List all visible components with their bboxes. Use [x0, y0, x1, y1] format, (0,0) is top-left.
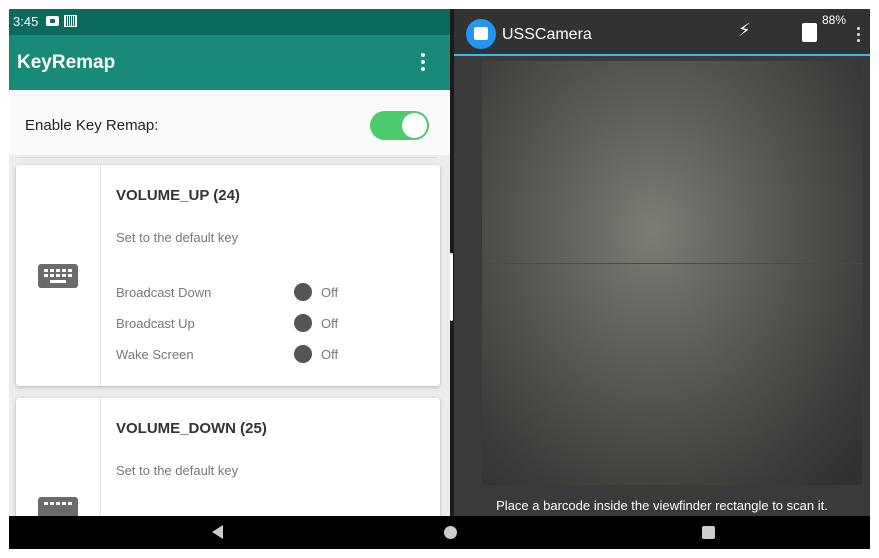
divider: [17, 157, 437, 158]
option-label: Broadcast Down: [116, 285, 212, 300]
enable-remap-label: Enable Key Remap:: [25, 117, 159, 134]
keyremap-window: 3:45 KeyRemap Enable Key Remap: VOLUME_U…: [9, 9, 450, 516]
camera-viewfinder[interactable]: [482, 61, 862, 485]
key-card-volume-down[interactable]: VOLUME_DOWN (25) Set to the default key: [16, 398, 440, 516]
scan-line: [482, 263, 862, 264]
switch-knob: [402, 113, 427, 138]
flash-off-icon[interactable]: ⚡︎: [738, 20, 751, 41]
broadcast-up-toggle[interactable]: [294, 314, 312, 332]
keyboard-icon: [38, 497, 78, 516]
barcode-notification-icon: [64, 15, 77, 27]
status-bar: 3:45: [9, 9, 450, 35]
usscamera-app-icon: [466, 19, 496, 49]
scan-hint: Place a barcode inside the viewfinder re…: [496, 498, 828, 513]
app-title: KeyRemap: [17, 52, 116, 73]
back-icon[interactable]: [212, 525, 223, 539]
home-icon[interactable]: [444, 526, 457, 539]
navigation-bar: [9, 516, 870, 549]
battery-level: 88%: [822, 13, 847, 27]
option-value: Off: [321, 347, 339, 362]
keyboard-icon: [38, 264, 78, 288]
key-description: Set to the default key: [116, 230, 239, 245]
status-time: 3:45: [13, 14, 39, 29]
option-label: Broadcast Up: [116, 316, 195, 331]
clipboard-icon[interactable]: [802, 23, 817, 42]
usscamera-window: USSCamera ⚡︎ 88% Place a barcode inside …: [454, 9, 870, 516]
camera-overflow-icon[interactable]: [857, 27, 861, 45]
card-divider: [100, 398, 101, 516]
camera-app-name: USSCamera: [502, 26, 592, 43]
overflow-menu-icon[interactable]: [417, 51, 429, 75]
camera-notification-icon: [46, 16, 59, 26]
device-screen: 3:45 KeyRemap Enable Key Remap: VOLUME_U…: [9, 9, 870, 549]
broadcast-down-toggle[interactable]: [294, 283, 312, 301]
camera-app-bar: USSCamera ⚡︎ 88%: [454, 9, 870, 56]
key-name: VOLUME_UP (24): [116, 187, 240, 204]
app-bar: KeyRemap: [9, 35, 450, 90]
divider-handle[interactable]: [450, 253, 453, 321]
key-name: VOLUME_DOWN (25): [116, 420, 267, 437]
enable-remap-row: Enable Key Remap:: [9, 90, 450, 155]
option-value: Off: [321, 316, 339, 331]
key-card-volume-up[interactable]: VOLUME_UP (24) Set to the default key Br…: [16, 165, 440, 386]
option-value: Off: [321, 285, 339, 300]
recents-icon[interactable]: [702, 526, 715, 539]
wake-screen-toggle[interactable]: [294, 345, 312, 363]
option-label: Wake Screen: [116, 347, 194, 362]
enable-remap-switch[interactable]: [370, 111, 429, 140]
key-description: Set to the default key: [116, 463, 239, 478]
card-divider: [100, 165, 101, 386]
